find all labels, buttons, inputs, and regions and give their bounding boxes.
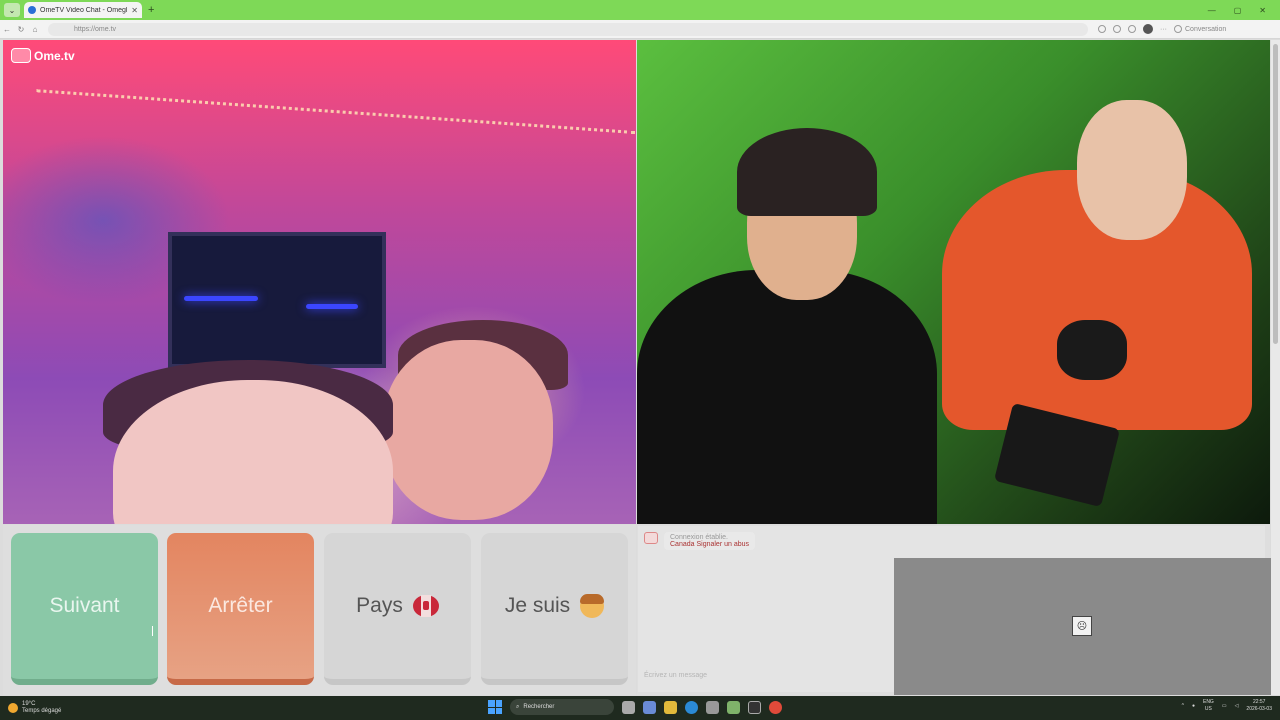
self-video bbox=[637, 40, 1270, 524]
chevron-up-icon[interactable]: ^ bbox=[1182, 703, 1184, 709]
country-button[interactable]: Pays bbox=[324, 533, 471, 685]
tab-close-icon[interactable]: ✕ bbox=[131, 6, 138, 15]
broken-image-icon: ☹ bbox=[1072, 616, 1092, 636]
weather-temp: 19°C bbox=[22, 701, 36, 707]
tv-screen bbox=[168, 232, 386, 368]
task-view-icon[interactable] bbox=[622, 700, 635, 714]
app-icon[interactable] bbox=[706, 700, 719, 714]
next-button-label: Suivant bbox=[49, 594, 120, 617]
stop-button[interactable]: Arrêter bbox=[167, 533, 314, 685]
favorites-icon[interactable] bbox=[1113, 25, 1121, 33]
taskbar-search[interactable]: ⌕ Rechercher bbox=[510, 699, 614, 715]
audio-app-icon[interactable] bbox=[748, 700, 761, 714]
conversation-label: Conversation bbox=[1185, 25, 1227, 33]
weather-widget[interactable]: 19°C Temps dégagé bbox=[0, 701, 200, 715]
search-label: Rechercher bbox=[523, 704, 555, 710]
person-face bbox=[1077, 100, 1187, 240]
edge-icon[interactable] bbox=[685, 700, 698, 714]
lang-top: ENG bbox=[1202, 699, 1214, 705]
chat-panel: Connexion établie. Canada Signaler un ab… bbox=[637, 525, 1271, 695]
language-indicator[interactable]: ENG US bbox=[1203, 699, 1214, 713]
browser-toolbar: ··· Conversation bbox=[1098, 24, 1226, 34]
window-controls: — ▢ ✕ bbox=[1208, 6, 1280, 15]
country-button-label: Pays bbox=[356, 594, 403, 617]
microphone bbox=[1057, 320, 1127, 380]
conversation-button[interactable]: Conversation bbox=[1174, 25, 1226, 33]
message-input[interactable]: Écrivez un message bbox=[644, 672, 707, 679]
person-cap bbox=[737, 128, 877, 216]
next-button[interactable]: Suivant bbox=[11, 533, 158, 685]
new-tab-button[interactable]: + bbox=[148, 4, 154, 16]
system-message: Connexion établie. Canada Signaler un ab… bbox=[644, 532, 756, 550]
address-bar-row: ← ↻ ⌂ https://ome.tv ··· Conversation bbox=[0, 20, 1280, 39]
collections-icon[interactable] bbox=[1128, 25, 1136, 33]
close-window-icon[interactable]: ✕ bbox=[1259, 6, 1266, 15]
network-icon[interactable]: ▭ bbox=[1222, 703, 1227, 709]
browser-tab[interactable]: OmeTV Video Chat - Omegl ✕ bbox=[24, 2, 142, 18]
gender-button-label: Je suis bbox=[504, 594, 571, 617]
url-field[interactable]: https://ome.tv bbox=[48, 22, 1088, 36]
logo-text: Ome.tv bbox=[34, 48, 75, 63]
home-icon[interactable]: ⌂ bbox=[28, 25, 42, 34]
ometv-mini-icon bbox=[644, 532, 658, 544]
tab-title: OmeTV Video Chat - Omegl bbox=[40, 6, 128, 14]
store-icon[interactable] bbox=[643, 700, 656, 714]
clock[interactable]: 22:57 2026-03-03 bbox=[1246, 699, 1272, 713]
copilot-icon bbox=[1174, 25, 1182, 33]
page-scrollbar[interactable] bbox=[1271, 40, 1280, 695]
report-abuse-link[interactable]: Canada Signaler un abus bbox=[670, 541, 749, 548]
windows-start-icon[interactable] bbox=[488, 700, 502, 714]
broken-image-overlay: ☹ bbox=[894, 558, 1271, 695]
tv-glow-left bbox=[184, 296, 258, 301]
browser-tab-bar: ⌄ OmeTV Video Chat - Omegl ✕ + — ▢ ✕ bbox=[0, 0, 1280, 20]
person-face bbox=[383, 340, 553, 520]
system-message-box: Connexion établie. Canada Signaler un ab… bbox=[664, 532, 756, 550]
more-menu-icon[interactable]: ··· bbox=[1160, 26, 1167, 33]
lang-bottom: US bbox=[1204, 706, 1212, 712]
clock-time: 22:57 bbox=[1252, 699, 1266, 705]
scrollbar-thumb[interactable] bbox=[1273, 44, 1278, 344]
profile-avatar[interactable] bbox=[1143, 24, 1153, 34]
search-icon: ⌕ bbox=[516, 703, 520, 710]
taskbar-apps: ⌕ Rechercher bbox=[488, 699, 782, 715]
person-body bbox=[637, 270, 937, 524]
sun-icon bbox=[8, 703, 18, 713]
maximize-icon[interactable]: ▢ bbox=[1234, 6, 1242, 15]
tv-glow-right bbox=[306, 304, 358, 309]
recording-app-icon[interactable] bbox=[769, 700, 782, 714]
tab-actions-menu[interactable]: ⌄ bbox=[4, 3, 20, 17]
microphone-icon[interactable]: ● bbox=[1192, 703, 1195, 709]
stop-button-label: Arrêter bbox=[208, 594, 273, 617]
system-tray: ^ ● ENG US ▭ ◁ 22:57 2026-03-03 bbox=[1182, 699, 1272, 713]
fairy-lights bbox=[30, 89, 636, 211]
extension-icon[interactable] bbox=[1098, 25, 1106, 33]
chat-controls: Suivant Arrêter Pays Je suis bbox=[3, 525, 636, 695]
minimize-icon[interactable]: — bbox=[1208, 6, 1216, 15]
weather-desc: Temps dégagé bbox=[22, 708, 62, 714]
gender-button[interactable]: Je suis bbox=[481, 533, 628, 685]
connection-status: Connexion établie. bbox=[670, 534, 728, 541]
ometv-logo: Ome.tv bbox=[11, 48, 75, 63]
ometv-logo-icon bbox=[11, 48, 31, 63]
mouse-cursor-icon bbox=[152, 626, 158, 636]
file-explorer-icon[interactable] bbox=[664, 700, 677, 714]
volume-icon[interactable]: ◁ bbox=[1235, 703, 1239, 709]
vpn-icon[interactable] bbox=[727, 700, 740, 714]
boy-emoji-icon bbox=[580, 594, 605, 618]
back-arrow-icon[interactable]: ← bbox=[0, 25, 14, 34]
ometv-favicon-icon bbox=[28, 6, 36, 14]
refresh-icon[interactable]: ↻ bbox=[14, 25, 28, 34]
taskbar: 19°C Temps dégagé ⌕ Rechercher ^ ● ENG U… bbox=[0, 696, 1280, 720]
clock-date: 2026-03-03 bbox=[1246, 706, 1272, 712]
canada-flag-icon bbox=[412, 595, 439, 617]
stranger-video: Ome.tv bbox=[3, 40, 636, 524]
